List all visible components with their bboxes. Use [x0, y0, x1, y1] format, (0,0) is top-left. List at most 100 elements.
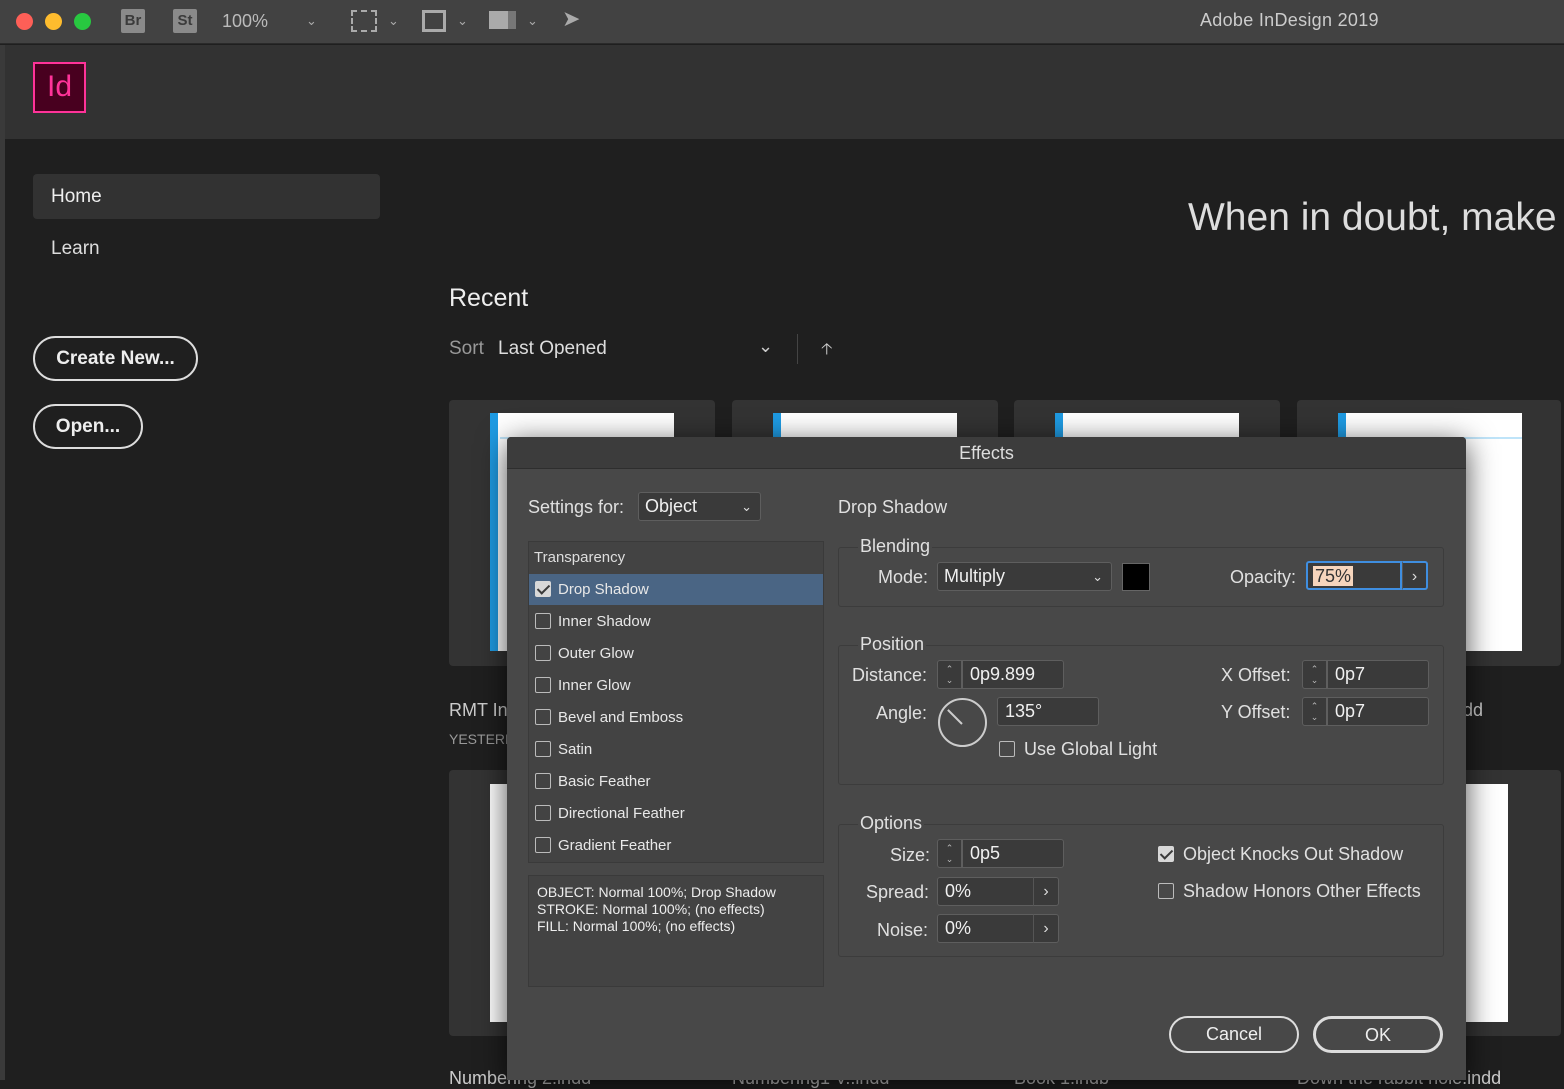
view-options-icon[interactable] [351, 10, 377, 32]
divider [797, 334, 798, 364]
zoom-window-button[interactable] [74, 13, 91, 30]
size-input[interactable]: 0p5 [962, 839, 1064, 868]
effect-directional-feather[interactable]: Directional Feather [529, 798, 823, 829]
effect-inner-glow[interactable]: Inner Glow [529, 670, 823, 701]
effect-inner-shadow[interactable]: Inner Shadow [529, 606, 823, 637]
chevron-down-icon[interactable]: ⌄ [527, 13, 538, 29]
mode-label: Mode: [878, 567, 929, 587]
home-tagline: When in doubt, make a [1188, 196, 1564, 239]
close-window-button[interactable] [16, 13, 33, 30]
spread-label: Spread: [866, 882, 930, 902]
recent-heading: Recent [449, 284, 529, 312]
file-name[interactable]: dd [1463, 700, 1483, 721]
list-header[interactable]: Transparency [529, 542, 823, 573]
size-stepper[interactable]: ⌃ ⌄ [937, 839, 962, 868]
distance-label: Distance: [852, 665, 928, 685]
distance-stepper[interactable]: ⌃ ⌄ [937, 660, 962, 689]
checkbox[interactable] [535, 613, 551, 629]
open-button[interactable]: Open... [33, 404, 143, 449]
settings-for-label: Settings for: [528, 497, 625, 517]
file-date: YESTERD [449, 731, 516, 747]
sort-dropdown[interactable]: Last Opened [498, 338, 607, 360]
chevron-down-icon[interactable]: ⌄ [758, 336, 773, 357]
sidebar-item-home[interactable]: Home [33, 174, 380, 219]
x-offset-stepper[interactable]: ⌃ ⌄ [1302, 660, 1327, 689]
section-title: Drop Shadow [838, 497, 948, 517]
bridge-icon[interactable]: Br [121, 9, 145, 33]
noise-slider-button[interactable]: › [1033, 914, 1059, 943]
honors-effects-checkbox[interactable] [1158, 883, 1174, 899]
checkbox[interactable] [535, 709, 551, 725]
dialog-title: Effects [507, 437, 1466, 469]
spread-input[interactable]: 0% [937, 877, 1034, 906]
ok-button[interactable]: OK [1313, 1016, 1443, 1053]
use-global-light-checkbox[interactable] [999, 741, 1015, 757]
effect-gradient-feather[interactable]: Gradient Feather [529, 830, 823, 861]
size-label: Size: [890, 845, 931, 865]
chevron-down-icon[interactable]: ⌄ [306, 13, 317, 29]
options-legend: Options [858, 813, 925, 834]
summary-line: FILL: Normal 100%; (no effects) [537, 918, 736, 934]
knocks-out-label[interactable]: Object Knocks Out Shadow [1183, 844, 1403, 865]
checkbox[interactable] [535, 741, 551, 757]
blend-mode-select[interactable]: Multiply ⌄ [937, 562, 1112, 591]
chevron-down-icon: ⌄ [741, 499, 752, 514]
cancel-button[interactable]: Cancel [1169, 1016, 1299, 1053]
use-global-light-label[interactable]: Use Global Light [1024, 739, 1157, 760]
create-new-button[interactable]: Create New... [33, 336, 198, 381]
checkbox[interactable] [535, 677, 551, 693]
blending-legend: Blending [858, 536, 933, 557]
zoom-level[interactable]: 100% [222, 11, 268, 32]
effect-satin[interactable]: Satin [529, 734, 823, 765]
effect-bevel-emboss[interactable]: Bevel and Emboss [529, 702, 823, 733]
opacity-input[interactable]: 75% [1306, 561, 1402, 590]
sort-direction-icon[interactable]: 🡡 [821, 338, 833, 365]
checkbox[interactable] [535, 581, 551, 597]
sort-label: Sort [449, 338, 484, 359]
arrange-documents-icon[interactable] [489, 11, 516, 29]
effect-drop-shadow[interactable]: Drop Shadow [529, 574, 823, 605]
chevron-down-icon: ⌄ [1092, 569, 1103, 584]
screen-mode-icon[interactable] [422, 10, 446, 32]
honors-effects-label[interactable]: Shadow Honors Other Effects [1183, 881, 1421, 902]
angle-label: Angle: [876, 703, 928, 723]
knocks-out-checkbox[interactable] [1158, 846, 1174, 862]
chevron-down-icon[interactable]: ⌄ [457, 13, 468, 29]
app-title: Adobe InDesign 2019 [1200, 10, 1379, 30]
checkbox[interactable] [535, 645, 551, 661]
app-header [0, 45, 1564, 139]
summary-line: OBJECT: Normal 100%; Drop Shadow [537, 884, 776, 900]
angle-dial[interactable] [938, 698, 987, 747]
y-offset-input[interactable]: 0p7 [1327, 697, 1429, 726]
shadow-color-swatch[interactable] [1122, 563, 1150, 591]
chevron-down-icon[interactable]: ⌄ [388, 13, 399, 29]
noise-label: Noise: [877, 920, 929, 940]
opacity-slider-button[interactable]: › [1402, 561, 1428, 590]
y-offset-stepper[interactable]: ⌃ ⌄ [1302, 697, 1327, 726]
effects-list: Transparency Drop Shadow Inner Shadow Ou… [528, 541, 824, 863]
effects-summary: OBJECT: Normal 100%; Drop Shadow STROKE:… [528, 875, 824, 987]
settings-for-select[interactable]: Object ⌄ [638, 492, 761, 521]
checkbox[interactable] [535, 805, 551, 821]
opacity-label: Opacity: [1230, 567, 1297, 587]
file-name[interactable]: RMT In [449, 700, 508, 721]
publish-icon[interactable]: ➤ [562, 6, 580, 32]
effect-outer-glow[interactable]: Outer Glow [529, 638, 823, 669]
noise-input[interactable]: 0% [937, 914, 1034, 943]
window-edge [0, 45, 5, 1080]
stock-icon[interactable]: St [173, 9, 197, 33]
y-offset-label: Y Offset: [1221, 702, 1291, 722]
minimize-window-button[interactable] [45, 13, 62, 30]
checkbox[interactable] [535, 837, 551, 853]
position-legend: Position [858, 634, 927, 655]
checkbox[interactable] [535, 773, 551, 789]
spread-slider-button[interactable]: › [1033, 877, 1059, 906]
indesign-logo: Id [33, 62, 86, 113]
window-titlebar: Br St 100% ⌄ ⌄ ⌄ ⌄ ➤ Adobe InDesign 2019 [0, 0, 1564, 44]
sidebar-item-learn[interactable]: Learn [51, 238, 100, 260]
x-offset-input[interactable]: 0p7 [1327, 660, 1429, 689]
angle-input[interactable]: 135° [997, 697, 1099, 726]
effects-dialog: Effects Settings for: Object ⌄ Transparen… [507, 437, 1466, 1080]
effect-basic-feather[interactable]: Basic Feather [529, 766, 823, 797]
distance-input[interactable]: 0p9.899 [962, 660, 1064, 689]
